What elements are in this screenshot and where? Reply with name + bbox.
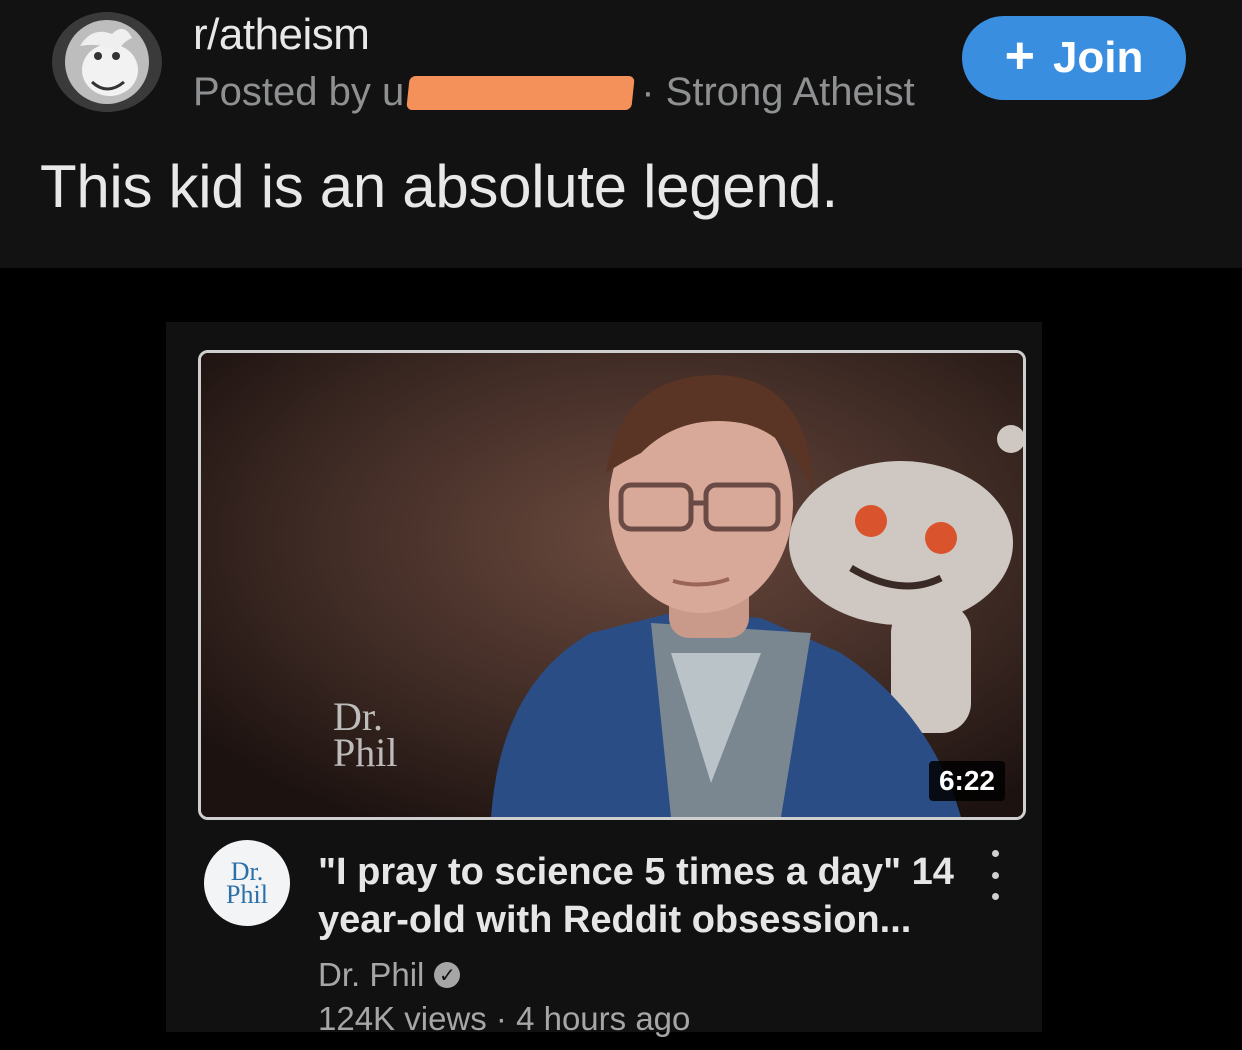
channel-avatar-logo: Dr. Phil [226,856,268,909]
video-title[interactable]: "I pray to science 5 times a day" 14 yea… [318,848,958,944]
subreddit-avatar-icon[interactable] [52,12,162,112]
post-title[interactable]: This kid is an absolute legend. [40,152,838,221]
channel-info: Dr. Phil ✓ [318,956,461,994]
more-vertical-icon[interactable] [985,850,1005,900]
plus-icon: + [1004,27,1035,85]
subreddit-name[interactable]: r/atheism [193,10,370,60]
channel-avatar[interactable]: Dr. Phil [204,840,290,926]
user-flair: · Strong Atheist [641,70,915,114]
post-meta: Posted by u · Strong Atheist [193,70,915,115]
video-duration: 6:22 [928,761,1005,801]
dr-phil-watermark: Dr. Phil [333,694,398,775]
join-button[interactable]: + Join [962,16,1186,100]
verified-check-icon: ✓ [434,962,461,988]
redacted-username [406,75,636,110]
thumbnail-image [201,353,1023,817]
post-header: r/atheism Posted by u · Strong Atheist +… [0,0,1242,268]
channel-name[interactable]: Dr. Phil [318,956,424,994]
join-label: Join [1052,33,1144,82]
video-meta: 124K views · 4 hours ago [318,1000,691,1037]
posted-by-label[interactable]: Posted by u [193,70,404,115]
video-thumbnail[interactable]: Dr. Phil 6:22 [198,350,1026,820]
